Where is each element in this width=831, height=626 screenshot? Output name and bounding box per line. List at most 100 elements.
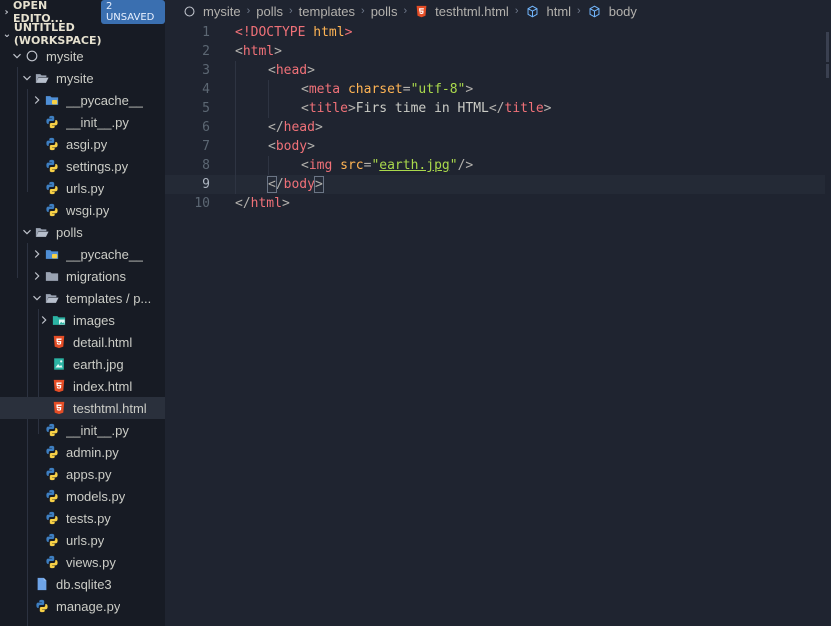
chevron-right-icon[interactable] <box>37 309 51 331</box>
tree-item-label: templates / p... <box>66 290 152 306</box>
chevron-down-icon[interactable] <box>10 45 24 67</box>
code-token: " <box>449 158 458 173</box>
tree-item-wsgi-py[interactable]: wsgi.py <box>0 199 165 221</box>
breadcrumb-label: html <box>546 3 572 19</box>
tree-item-images[interactable]: images <box>0 309 165 331</box>
tree-item-urls-py[interactable]: urls.py <box>0 529 165 551</box>
tree-item-db-sqlite3[interactable]: db.sqlite3 <box>0 573 165 595</box>
code-token: > <box>543 101 552 116</box>
tree-item-index-html[interactable]: index.html <box>0 375 165 397</box>
tree-item-urls-py[interactable]: urls.py <box>0 177 165 199</box>
code-token: < <box>235 44 243 59</box>
code-line[interactable]: 10 </html> <box>165 194 825 213</box>
code-token: head <box>283 120 315 135</box>
line-number: 6 <box>202 120 210 135</box>
breadcrumb-item-mysite[interactable]: mysite <box>181 3 241 19</box>
python-icon <box>44 551 60 573</box>
code-token: / <box>275 177 284 192</box>
tree-item-init-py[interactable]: __init__.py <box>0 111 165 133</box>
tree-item-mysite[interactable]: mysite <box>0 67 165 89</box>
tree-item-mysite[interactable]: mysite <box>0 45 165 67</box>
tree-item-admin-py[interactable]: admin.py <box>0 441 165 463</box>
code-line[interactable]: 8 <img src="earth.jpg"/> <box>165 156 825 175</box>
code-token: </ <box>268 120 284 135</box>
editor-overview-ruler[interactable] <box>825 22 831 142</box>
breadcrumb-item-body[interactable]: body <box>587 3 637 19</box>
tree-item-pycache[interactable]: __pycache__ <box>0 243 165 265</box>
code-token: > <box>314 120 323 135</box>
chevron-right-icon: › <box>514 5 519 17</box>
code-token: html <box>305 25 345 40</box>
chevron-right-icon[interactable] <box>30 243 44 265</box>
code-token: body <box>283 177 315 192</box>
breadcrumb-item-templates[interactable]: templates <box>299 4 355 19</box>
breadcrumb-item-html[interactable]: html <box>524 3 571 19</box>
tree-item-label: db.sqlite3 <box>56 576 112 592</box>
tree-item-manage-py[interactable]: manage.py <box>0 595 165 617</box>
tree-item-earth-jpg[interactable]: earth.jpg <box>0 353 165 375</box>
tree-item-detail-html[interactable]: detail.html <box>0 331 165 353</box>
tree-item-apps-py[interactable]: apps.py <box>0 463 165 485</box>
chevron-down-icon[interactable] <box>30 287 44 309</box>
tree-item-views-py[interactable]: views.py <box>0 551 165 573</box>
breadcrumb-item-polls[interactable]: polls <box>371 4 398 19</box>
code-token: > <box>274 44 282 59</box>
tree-item-label: urls.py <box>66 532 105 548</box>
code-line[interactable]: 1 <!DOCTYPE html> <box>165 23 825 42</box>
tree-item-init-py[interactable]: __init__.py <box>0 419 165 441</box>
tree-item-tests-py[interactable]: tests.py <box>0 507 165 529</box>
python-icon <box>44 485 60 507</box>
tree-item-label: asgi.py <box>66 136 108 152</box>
code-line[interactable]: 4 <meta charset="utf-8"> <box>165 80 825 99</box>
code-line[interactable]: 2 <html> <box>165 42 825 61</box>
tree-item-label: __pycache__ <box>66 92 144 108</box>
chevron-right-icon[interactable] <box>30 89 44 111</box>
tree-item-testhtml-html[interactable]: testhtml.html <box>0 397 165 419</box>
tree-item-asgi-py[interactable]: asgi.py <box>0 133 165 155</box>
python-icon <box>44 529 60 551</box>
code-line[interactable]: 9 </body> <box>165 175 825 194</box>
code-text: <img src="earth.jpg"/> <box>301 156 473 175</box>
tree-item-polls[interactable]: polls <box>0 221 165 243</box>
code-editor[interactable]: 1 <!DOCTYPE html> 2 <html> 3 <head> 4 <meta cha… <box>165 22 831 626</box>
workspace-label: UNTITLED (WORKSPACE) <box>13 21 102 47</box>
code-token: title <box>504 101 544 116</box>
database-file-icon <box>34 573 50 595</box>
python-icon <box>44 507 60 529</box>
code-token: < <box>268 63 276 78</box>
workspace-header[interactable]: ⌄ UNTITLED (WORKSPACE) <box>0 21 165 47</box>
html5-icon <box>51 397 67 419</box>
chevron-right-icon: › <box>288 5 293 17</box>
code-line[interactable]: 7 <body> <box>165 137 825 156</box>
chevron-down-icon[interactable] <box>20 67 34 89</box>
breadcrumb-item-polls[interactable]: polls <box>256 4 283 19</box>
code-line[interactable]: 3 <head> <box>165 61 825 80</box>
code-token: earth.jpg <box>379 158 450 173</box>
indent-guide <box>235 156 236 175</box>
tree-item-migrations[interactable]: migrations <box>0 265 165 287</box>
code-text: <title>Firs time in HTML</title> <box>301 99 551 118</box>
code-token: body <box>275 139 308 154</box>
tree-item-settings-py[interactable]: settings.py <box>0 155 165 177</box>
tree-item-models-py[interactable]: models.py <box>0 485 165 507</box>
chevron-right-icon[interactable] <box>30 265 44 287</box>
code-line[interactable]: 5 <title>Firs time in HTML</title> <box>165 99 825 118</box>
breadcrumb-item-testhtml-html[interactable]: testhtml.html <box>413 3 509 19</box>
code-token: < <box>301 101 309 116</box>
code-text: <!DOCTYPE html> <box>235 23 352 42</box>
python-icon <box>44 111 60 133</box>
indent-guide <box>235 175 236 194</box>
scrollbar-thumb[interactable] <box>826 32 829 62</box>
code-line[interactable]: 6 </head> <box>165 118 825 137</box>
tree-item-pycache[interactable]: __pycache__ <box>0 89 165 111</box>
code-token: </ <box>488 101 505 116</box>
images-folder-icon <box>51 309 67 331</box>
chevron-down-icon[interactable] <box>20 221 34 243</box>
open-editors-header[interactable]: › OPEN EDITO... 2 UNSAVED <box>0 0 165 25</box>
tree-item-templates-p[interactable]: templates / p... <box>0 287 165 309</box>
